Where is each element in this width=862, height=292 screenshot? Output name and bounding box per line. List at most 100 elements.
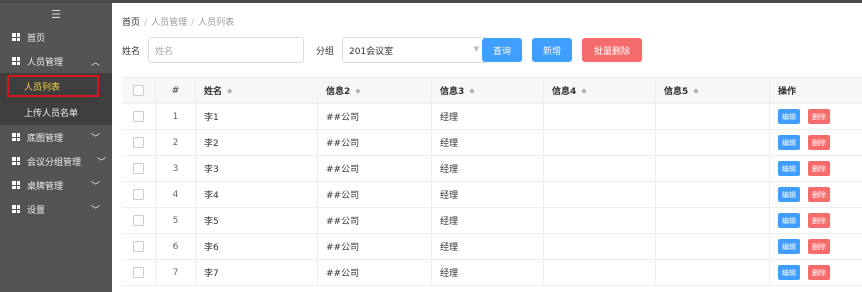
delete-button[interactable]: 删除	[808, 109, 830, 124]
edit-button[interactable]: 编辑	[778, 135, 800, 150]
delete-button[interactable]: 删除	[808, 187, 830, 202]
cell-index: 4	[156, 182, 196, 207]
delete-button[interactable]: 删除	[808, 213, 830, 228]
group-label: 分组	[316, 47, 335, 57]
sort-icon[interactable]: ◆	[581, 87, 586, 95]
sidebar-subitem-upload-list[interactable]: 上传人员名单	[0, 99, 112, 125]
cell-info2: ##公司	[318, 156, 432, 181]
delete-button[interactable]: 删除	[808, 239, 830, 254]
cell-info4	[544, 260, 656, 285]
row-checkbox[interactable]	[133, 111, 144, 122]
cell-info3: 经理	[432, 260, 544, 285]
sort-icon[interactable]: ◆	[227, 87, 232, 95]
header-index: #	[156, 78, 196, 103]
edit-button[interactable]: 编辑	[778, 187, 800, 202]
cell-info4	[544, 234, 656, 259]
query-button[interactable]: 查询	[482, 38, 522, 62]
cell-info3: 经理	[432, 182, 544, 207]
main-content: 首页 / 人员管理 / 人员列表 姓名 姓名 分组 201会议室 ▼ 查询 新增 批量删…	[112, 3, 862, 292]
menu-toggle-icon[interactable]: ☰	[0, 3, 112, 25]
header-info3[interactable]: 信息3 ◆	[432, 78, 544, 103]
batch-delete-button[interactable]: 批量删除	[582, 38, 642, 62]
cell-info5	[656, 104, 770, 129]
row-checkbox-cell	[122, 104, 156, 129]
sidebar-item-home[interactable]: 首页	[0, 25, 112, 49]
header-info4[interactable]: 信息4 ◆	[544, 78, 656, 103]
sort-icon[interactable]: ◆	[355, 87, 360, 95]
select-all-checkbox[interactable]	[133, 85, 144, 96]
table-row: 5 李5 ##公司 经理 编辑 删除	[122, 208, 862, 234]
edit-button[interactable]: 编辑	[778, 213, 800, 228]
cell-name: 李6	[196, 234, 318, 259]
cell-actions: 编辑 删除	[770, 104, 862, 129]
sidebar-item-nameplates[interactable]: 桌牌管理 ﹀	[0, 173, 112, 197]
group-select-value: 201会议室	[349, 46, 394, 57]
row-checkbox[interactable]	[133, 137, 144, 148]
cell-info3: 经理	[432, 234, 544, 259]
row-checkbox[interactable]	[133, 241, 144, 252]
table-body: 1 李1 ##公司 经理 编辑 删除 2 李2 ##公司 经理 编辑 删除 3 李3 ##公司 经理 编辑 删除 4…	[122, 104, 862, 286]
add-button[interactable]: 新增	[532, 38, 572, 62]
header-info5[interactable]: 信息5 ◆	[656, 78, 770, 103]
sidebar-item-label: 首页	[27, 33, 46, 44]
header-info2[interactable]: 信息2 ◆	[318, 78, 432, 103]
cell-info2: ##公司	[318, 130, 432, 155]
edit-button[interactable]: 编辑	[778, 239, 800, 254]
edit-button[interactable]: 编辑	[778, 161, 800, 176]
name-label: 姓名	[122, 47, 141, 57]
breadcrumb-current: 人员列表	[198, 18, 235, 28]
table-row: 7 李7 ##公司 经理 编辑 删除	[122, 260, 862, 286]
header-label: 信息5	[664, 87, 689, 97]
breadcrumb-separator: /	[191, 18, 195, 28]
sort-icon[interactable]: ◆	[469, 87, 474, 95]
cell-name: 李7	[196, 260, 318, 285]
row-checkbox-cell	[122, 156, 156, 181]
row-checkbox[interactable]	[133, 163, 144, 174]
cell-info3: 经理	[432, 156, 544, 181]
sidebar-item-settings[interactable]: 设置 ﹀	[0, 197, 112, 221]
sidebar-item-label: 设置	[27, 205, 46, 216]
sidebar-item-meeting-groups[interactable]: 会议分组管理 ﹀	[0, 149, 112, 173]
sidebar-item-basemap[interactable]: 底图管理 ﹀	[0, 125, 112, 149]
breadcrumb-section[interactable]: 人员管理	[151, 18, 187, 28]
personnel-table: # 姓名 ◆ 信息2 ◆ 信息3 ◆ 信息4 ◆ 信息5 ◆ 操作 1 李1 ##公司 经理 编辑…	[122, 77, 862, 286]
cell-info5	[656, 130, 770, 155]
cell-name: 李2	[196, 130, 318, 155]
chevron-down-icon: ﹀	[90, 134, 100, 144]
row-checkbox[interactable]	[133, 267, 144, 278]
breadcrumb: 首页 / 人员管理 / 人员列表	[122, 15, 234, 28]
grid-icon	[12, 181, 20, 189]
delete-button[interactable]: 删除	[808, 265, 830, 280]
cell-name: 李5	[196, 208, 318, 233]
delete-button[interactable]: 删除	[808, 161, 830, 176]
row-checkbox[interactable]	[133, 215, 144, 226]
edit-button[interactable]: 编辑	[778, 109, 800, 124]
table-header-row: # 姓名 ◆ 信息2 ◆ 信息3 ◆ 信息4 ◆ 信息5 ◆ 操作	[122, 78, 862, 104]
delete-button[interactable]: 删除	[808, 135, 830, 150]
sort-icon[interactable]: ◆	[693, 87, 698, 95]
name-input[interactable]: 姓名	[148, 37, 304, 63]
sidebar-item-personnel[interactable]: 人员管理 ︿	[0, 49, 112, 73]
group-select[interactable]: 201会议室 ▼	[342, 37, 488, 63]
filter-bar: 姓名 姓名 分组 201会议室 ▼ 查询 新增 批量删除	[122, 37, 862, 63]
cell-info2: ##公司	[318, 208, 432, 233]
cell-actions: 编辑 删除	[770, 208, 862, 233]
cell-actions: 编辑 删除	[770, 182, 862, 207]
cell-actions: 编辑 删除	[770, 234, 862, 259]
edit-button[interactable]: 编辑	[778, 265, 800, 280]
grid-icon	[12, 57, 20, 65]
cell-name: 李3	[196, 156, 318, 181]
cell-index: 2	[156, 130, 196, 155]
sidebar-submenu-personnel: 人员列表 上传人员名单	[0, 73, 112, 125]
cell-actions: 编辑 删除	[770, 130, 862, 155]
cell-actions: 编辑 删除	[770, 156, 862, 181]
breadcrumb-separator: /	[144, 18, 148, 28]
sidebar-item-label: 会议分组管理	[27, 157, 82, 168]
header-label: 信息4	[552, 87, 577, 97]
sidebar-subitem-personnel-list[interactable]: 人员列表	[0, 73, 112, 99]
row-checkbox[interactable]	[133, 189, 144, 200]
breadcrumb-home[interactable]: 首页	[122, 18, 140, 28]
header-name[interactable]: 姓名 ◆	[196, 78, 318, 103]
cell-info4	[544, 104, 656, 129]
cell-info2: ##公司	[318, 234, 432, 259]
